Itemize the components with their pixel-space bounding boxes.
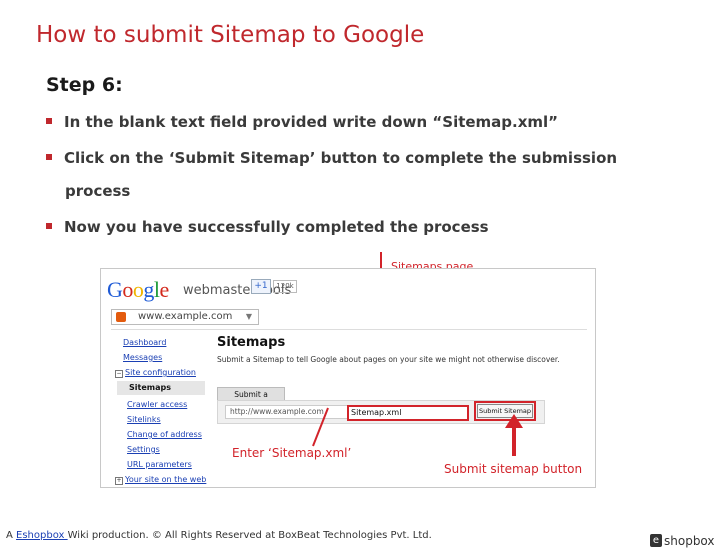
eshopbox-logo: e shopbox — [650, 530, 715, 548]
eshopbox-link[interactable]: Eshopbox — [16, 530, 68, 541]
submit-sitemap-label: Submit sitemap button — [444, 462, 583, 476]
footer: A Eshopbox Wiki production. © All Rights… — [6, 530, 432, 541]
footer-text: Wiki production. © All Rights Reserved a… — [67, 530, 432, 541]
enter-sitemap-label: Enter ‘Sitemap.xml’ — [232, 446, 352, 460]
logo-e-mark: e — [650, 534, 662, 547]
submit-arrow-head-icon — [505, 414, 523, 428]
logo-wordmark: shopbox — [664, 533, 715, 548]
footer-prefix: A — [6, 530, 17, 541]
annotation-arrows — [312, 407, 523, 456]
enter-pointer-line — [312, 407, 329, 447]
